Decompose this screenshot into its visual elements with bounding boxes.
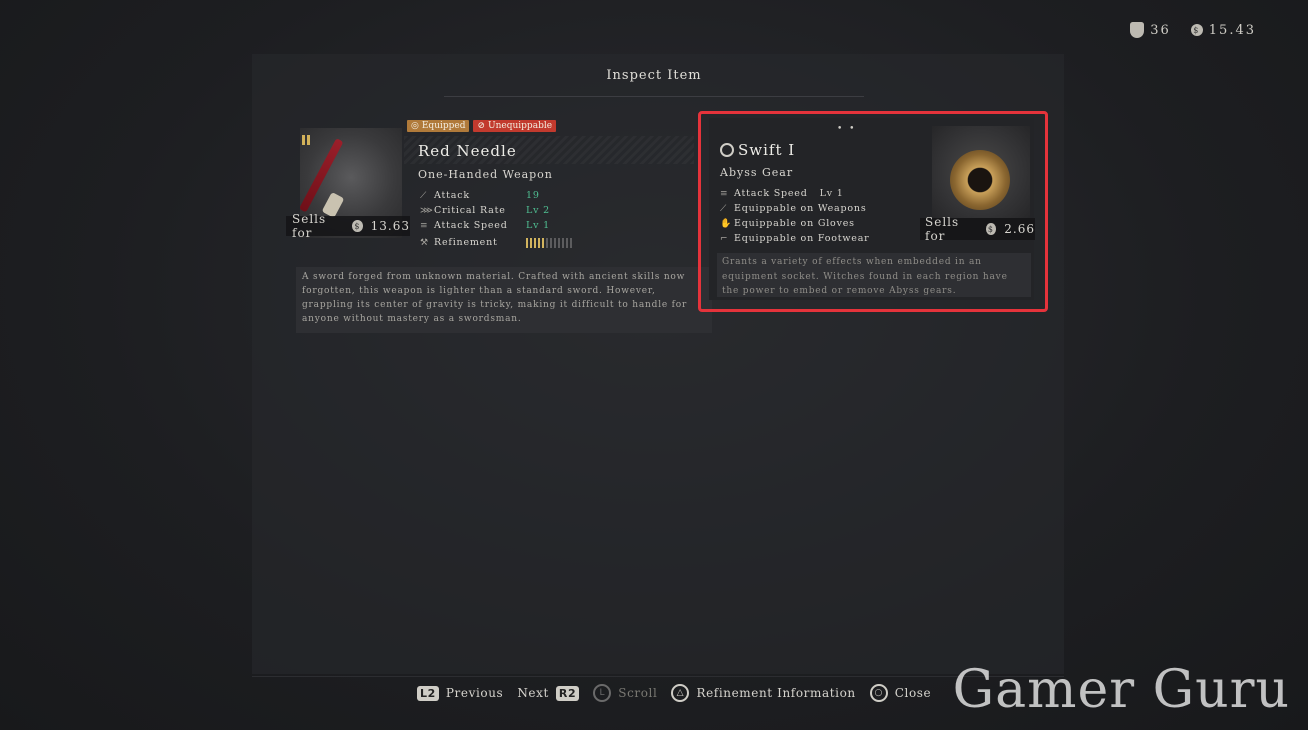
page-dots: • • <box>837 124 857 134</box>
unequippable-badge: ⊘ Unequippable <box>473 120 557 132</box>
l2-key-icon: L2 <box>417 685 439 701</box>
scroll-button[interactable]: L Scroll <box>593 684 657 702</box>
next-button[interactable]: Next R2 <box>517 685 580 701</box>
coin-icon: $ <box>985 223 997 235</box>
gear-type: Abyss Gear <box>720 166 794 179</box>
glove-icon: ✋ <box>720 218 733 229</box>
stat-row: ≡ Attack Speed Lv 1 <box>720 188 844 199</box>
item-description: A sword forged from unknown material. Cr… <box>296 267 712 333</box>
refinement-segment <box>530 237 532 248</box>
refinement-segment <box>550 237 552 248</box>
equipped-badge: ◎ Equipped <box>407 120 470 132</box>
sells-value: 2.66 <box>1004 222 1035 236</box>
stat-row: ✋ Equippable on Gloves <box>720 218 855 229</box>
sword-icon: ⟋ <box>420 190 428 201</box>
watermark-logo: Gamer Guru <box>952 660 1290 720</box>
left-stats: ⟋ Attack 19 ⋙ Critical Rate Lv 2 ≡ Attac… <box>420 188 572 250</box>
coin-icon: $ <box>1190 24 1203 36</box>
coin-value: 15.43 <box>1208 22 1256 38</box>
refinement-segment <box>534 237 536 248</box>
refinement-segment <box>526 237 528 248</box>
upgrade-pips <box>302 130 312 149</box>
left-stick-icon: L <box>593 684 612 702</box>
previous-button[interactable]: L2 Previous <box>417 685 503 701</box>
refinement-segment <box>542 237 544 248</box>
refinement-segment <box>558 237 560 248</box>
sells-label: Sells for <box>292 212 327 240</box>
currency-bar: 36 $ 15.43 <box>1130 22 1256 38</box>
abyss-gear-image <box>950 150 1010 210</box>
refinement-segment <box>554 237 556 248</box>
gear-description: Grants a variety of effects when embedde… <box>717 253 1031 297</box>
sells-value: 13.63 <box>370 219 410 233</box>
speed-icon: ≡ <box>720 188 729 199</box>
circle-icon: ○ <box>869 684 888 702</box>
coin-counter: $ 15.43 <box>1190 22 1256 38</box>
insight-value: 36 <box>1150 22 1171 38</box>
status-badges: ◎ Equipped ⊘ Unequippable <box>407 120 557 132</box>
stat-row: ⟋ Equippable on Weapons <box>720 203 867 214</box>
stat-row: ⟋ Attack 19 <box>420 190 540 201</box>
swift-icon <box>720 143 734 157</box>
right-stats: ≡ Attack Speed Lv 1 ⟋ Equippable on Weap… <box>720 186 882 246</box>
divider <box>444 96 864 97</box>
footer-divider <box>252 676 1064 677</box>
critical-icon: ⋙ <box>420 205 434 216</box>
boot-icon: ⌐ <box>720 233 729 244</box>
insight-counter: 36 <box>1130 22 1171 38</box>
refinement-segment <box>566 237 568 248</box>
refinement-segment <box>570 237 572 248</box>
sells-for-right: Sells for $ 2.66 <box>920 215 1035 243</box>
gear-name-row: Swift I <box>720 141 795 159</box>
triangle-icon: △ <box>671 684 690 702</box>
coin-icon: $ <box>352 220 363 232</box>
close-button[interactable]: ○ Close <box>869 684 932 702</box>
stat-row: ≡ Attack Speed Lv 1 <box>420 220 550 231</box>
refinement-meter <box>526 237 572 248</box>
refinement-info-button[interactable]: △ Refinement Information <box>671 684 855 702</box>
item-type: One-Handed Weapon <box>418 168 553 181</box>
item-name: Red Needle <box>418 142 517 160</box>
sells-label: Sells for <box>925 215 960 243</box>
button-prompts: L2 Previous Next R2 L Scroll △ Refinemen… <box>417 684 945 702</box>
shield-icon <box>1130 22 1145 38</box>
speed-icon: ≡ <box>420 220 429 231</box>
r2-key-icon: R2 <box>555 685 580 701</box>
stat-row: ⌐ Equippable on Footwear <box>720 233 870 244</box>
page-title: Inspect Item <box>606 68 702 83</box>
refinement-segment <box>546 237 548 248</box>
refinement-segment <box>538 237 540 248</box>
weapon-icon: ⟋ <box>720 203 728 214</box>
anvil-icon: ⚒ <box>420 237 429 248</box>
stat-row: ⋙ Critical Rate Lv 2 <box>420 205 550 216</box>
sells-for-left: Sells for $ 13.63 <box>286 212 410 240</box>
stat-row-refinement: ⚒ Refinement <box>420 235 572 250</box>
gear-name: Swift I <box>738 141 796 159</box>
refinement-segment <box>562 237 564 248</box>
